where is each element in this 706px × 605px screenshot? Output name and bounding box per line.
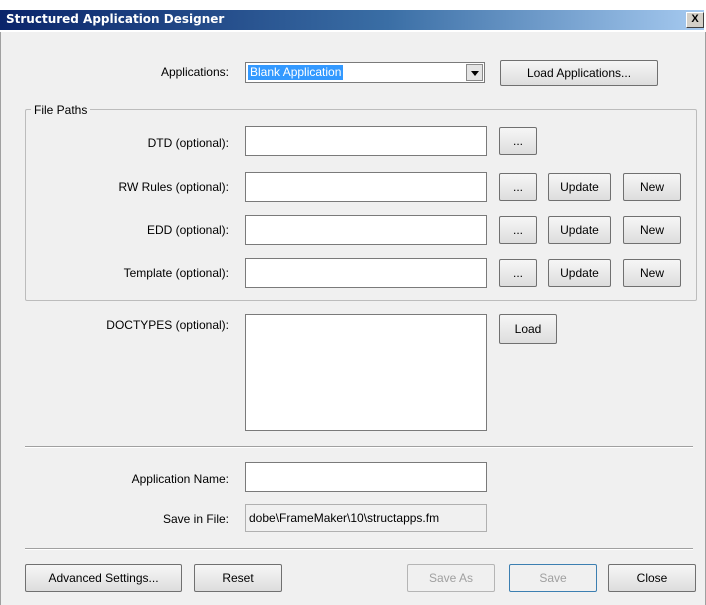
separator — [25, 548, 693, 550]
template-new-button[interactable]: New — [623, 259, 681, 287]
template-update-button[interactable]: Update — [548, 259, 611, 287]
separator — [25, 446, 693, 448]
rw-rules-browse-button[interactable]: ... — [499, 173, 537, 201]
save-in-file-label: Save in File: — [162, 512, 229, 526]
edd-label: EDD (optional): — [146, 223, 229, 237]
rw-rules-field[interactable] — [245, 172, 487, 202]
rw-rules-update-button[interactable]: Update — [548, 173, 611, 201]
dtd-label: DTD (optional): — [147, 136, 229, 150]
reset-button[interactable]: Reset — [194, 564, 282, 592]
close-button[interactable]: Close — [608, 564, 696, 592]
template-label: Template (optional): — [123, 266, 229, 280]
doctypes-label: DOCTYPES (optional): — [106, 318, 229, 332]
file-paths-legend: File Paths — [31, 103, 91, 117]
applications-selected-value: Blank Application — [248, 65, 344, 80]
dtd-browse-button[interactable]: ... — [499, 127, 537, 155]
title-bar: Structured Application Designer X — [0, 0, 706, 34]
doctypes-load-button[interactable]: Load — [499, 314, 557, 344]
edd-field[interactable] — [245, 215, 487, 245]
dtd-field[interactable] — [245, 126, 487, 156]
edd-update-button[interactable]: Update — [548, 216, 611, 244]
rw-rules-label: RW Rules (optional): — [118, 180, 229, 194]
edd-new-button[interactable]: New — [623, 216, 681, 244]
applications-select[interactable]: Blank Application — [245, 62, 485, 83]
save-in-file-field[interactable]: dobe\FrameMaker\10\structapps.fm — [245, 504, 487, 532]
template-field[interactable] — [245, 258, 487, 288]
template-browse-button[interactable]: ... — [499, 259, 537, 287]
edd-browse-button[interactable]: ... — [499, 216, 537, 244]
doctypes-list[interactable] — [245, 314, 487, 431]
application-name-label: Application Name: — [131, 472, 229, 486]
advanced-settings-button[interactable]: Advanced Settings... — [25, 564, 182, 592]
window-title: Structured Application Designer — [6, 12, 225, 26]
applications-label: Applications: — [160, 65, 229, 79]
close-window-button[interactable]: X — [686, 12, 704, 28]
close-icon: X — [691, 13, 699, 25]
dialog-body: Applications: Blank Application Load App… — [0, 32, 706, 605]
rw-rules-new-button[interactable]: New — [623, 173, 681, 201]
save-as-button[interactable]: Save As — [407, 564, 495, 592]
chevron-down-icon[interactable] — [466, 64, 483, 81]
application-name-field[interactable] — [245, 462, 487, 492]
load-applications-button[interactable]: Load Applications... — [500, 60, 658, 86]
save-button[interactable]: Save — [509, 564, 597, 592]
